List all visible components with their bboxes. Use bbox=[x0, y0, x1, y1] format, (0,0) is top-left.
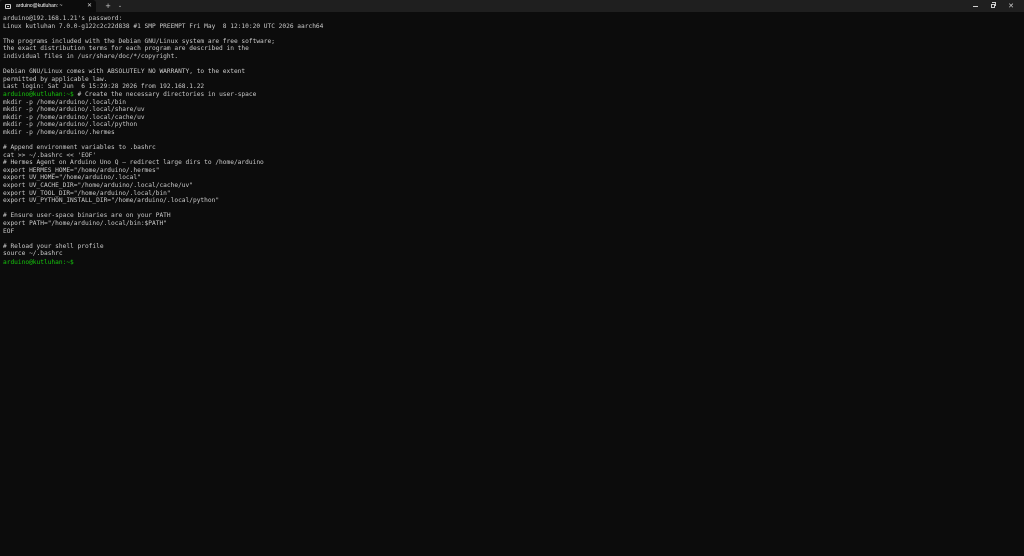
terminal-output[interactable]: arduino@192.168.1.21's password: Linux ku… bbox=[3, 15, 1021, 553]
tab-dropdown-icon[interactable]: ⌄ bbox=[114, 0, 126, 12]
terminal-line: mkdir -p /home/arduino/.hermes bbox=[3, 129, 1021, 137]
tab-terminal[interactable]: arduino@kutluhan: ~ ✕ bbox=[0, 0, 96, 12]
new-tab-button[interactable]: + bbox=[102, 0, 114, 12]
terminal-text: the exact distribution terms for each pr… bbox=[3, 45, 249, 53]
terminal-text: mkdir -p /home/arduino/.local/share/uv bbox=[3, 106, 145, 114]
terminal-text: Last login: Sat Jun 6 15:29:28 2026 from… bbox=[3, 83, 205, 91]
terminal-line: permitted by applicable law. bbox=[3, 76, 1021, 84]
minimize-icon bbox=[972, 5, 978, 7]
terminal-text: # Append environment variables to .bashr… bbox=[3, 144, 156, 152]
terminal-line: export UV_CACHE_DIR="/home/arduino/.loca… bbox=[3, 182, 1021, 190]
terminal-line: arduino@kutluhan:~$ # Create the necessa… bbox=[3, 91, 1021, 99]
terminal-line: mkdir -p /home/arduino/.local/bin bbox=[3, 99, 1021, 107]
terminal-line: export HERMES_HOME="/home/arduino/.herme… bbox=[3, 167, 1021, 175]
terminal-text: permitted by applicable law. bbox=[3, 75, 108, 83]
title-bar: arduino@kutluhan: ~ ✕ + ⌄ ✕ bbox=[0, 0, 1024, 12]
terminal-line: cat >> ~/.bashrc << 'EOF' bbox=[3, 152, 1021, 160]
terminal-text: Debian GNU/Linux comes with ABSOLUTELY N… bbox=[3, 68, 246, 76]
restore-button[interactable] bbox=[984, 0, 1002, 12]
terminal-line: # Reload your shell profile bbox=[3, 243, 1021, 251]
tab-title: arduino@kutluhan: ~ bbox=[16, 3, 63, 9]
terminal-line: # Ensure user-space binaries are on your… bbox=[3, 212, 1021, 220]
terminal-text: export UV_CACHE_DIR="/home/arduino/.loca… bbox=[3, 182, 193, 190]
title-bar-drag-area[interactable] bbox=[126, 0, 966, 12]
terminal-text: mkdir -p /home/arduino/.hermes bbox=[3, 128, 115, 136]
terminal-text: EOF bbox=[3, 227, 15, 235]
terminal-text: # Create the necessary directories in us… bbox=[73, 90, 257, 98]
terminal-text: # Hermes Agent on Arduino Uno Q — redire… bbox=[3, 159, 264, 167]
terminal-line: # Append environment variables to .bashr… bbox=[3, 144, 1021, 152]
terminal-line: Last login: Sat Jun 6 15:29:28 2026 from… bbox=[3, 83, 1021, 91]
terminal-line: mkdir -p /home/arduino/.local/python bbox=[3, 121, 1021, 129]
terminal-line: EOF bbox=[3, 228, 1021, 236]
terminal-text: source ~/.bashrc bbox=[3, 250, 63, 258]
terminal-line: export UV_PYTHON_INSTALL_DIR="/home/ardu… bbox=[3, 197, 1021, 205]
close-window-button[interactable]: ✕ bbox=[1002, 0, 1020, 12]
terminal-line: export PATH="/home/arduino/.local/bin:$P… bbox=[3, 220, 1021, 228]
terminal-line: Linux kutluhan 7.0.0-g122c2c22d838 #1 SM… bbox=[3, 23, 1021, 31]
terminal-text: # Reload your shell profile bbox=[3, 242, 104, 250]
terminal-icon bbox=[5, 3, 11, 9]
terminal-line: arduino@kutluhan:~$ bbox=[3, 258, 1021, 266]
terminal-text: cat >> ~/.bashrc << 'EOF' bbox=[3, 151, 97, 159]
terminal-text: mkdir -p /home/arduino/.local/python bbox=[3, 121, 138, 129]
terminal-line: The programs included with the Debian GN… bbox=[3, 38, 1021, 46]
terminal-text: export UV_TOOL_DIR="/home/arduino/.local… bbox=[3, 189, 171, 197]
terminal-line: individual files in /usr/share/doc/*/cop… bbox=[3, 53, 1021, 61]
tab-close-icon[interactable]: ✕ bbox=[87, 0, 92, 12]
terminal-text: export UV_PYTHON_INSTALL_DIR="/home/ardu… bbox=[3, 197, 220, 205]
terminal-line: mkdir -p /home/arduino/.local/share/uv bbox=[3, 106, 1021, 114]
terminal-text: export PATH="/home/arduino/.local/bin:$P… bbox=[3, 220, 167, 228]
terminal-line: arduino@192.168.1.21's password: bbox=[3, 15, 1021, 23]
terminal-text: mkdir -p /home/arduino/.local/cache/uv bbox=[3, 113, 145, 121]
terminal-line: Debian GNU/Linux comes with ABSOLUTELY N… bbox=[3, 68, 1021, 76]
terminal-text: # Ensure user-space binaries are on your… bbox=[3, 212, 171, 220]
terminal-text: Linux kutluhan 7.0.0-g122c2c22d838 #1 SM… bbox=[3, 22, 324, 30]
terminal-text: The programs included with the Debian GN… bbox=[3, 37, 275, 45]
restore-icon bbox=[991, 2, 996, 8]
terminal-line: source ~/.bashrc bbox=[3, 250, 1021, 258]
terminal-line: # Hermes Agent on Arduino Uno Q — redire… bbox=[3, 159, 1021, 167]
terminal-text: arduino@192.168.1.21's password: bbox=[3, 15, 123, 22]
terminal-text: export UV_HOME="/home/arduino/.local" bbox=[3, 174, 141, 182]
terminal-line: export UV_TOOL_DIR="/home/arduino/.local… bbox=[3, 190, 1021, 198]
terminal-text: individual files in /usr/share/doc/*/cop… bbox=[3, 52, 179, 60]
terminal-line: export UV_HOME="/home/arduino/.local" bbox=[3, 174, 1021, 182]
terminal-line: the exact distribution terms for each pr… bbox=[3, 45, 1021, 53]
terminal-line: mkdir -p /home/arduino/.local/cache/uv bbox=[3, 114, 1021, 122]
text-cursor bbox=[74, 258, 77, 264]
terminal-text: mkdir -p /home/arduino/.local/bin bbox=[3, 98, 126, 106]
minimize-button[interactable] bbox=[966, 0, 984, 12]
terminal-text: export HERMES_HOME="/home/arduino/.herme… bbox=[3, 166, 160, 174]
shell-prompt: arduino@kutluhan:~$ bbox=[3, 259, 74, 266]
shell-prompt: arduino@kutluhan:~$ bbox=[3, 90, 74, 98]
